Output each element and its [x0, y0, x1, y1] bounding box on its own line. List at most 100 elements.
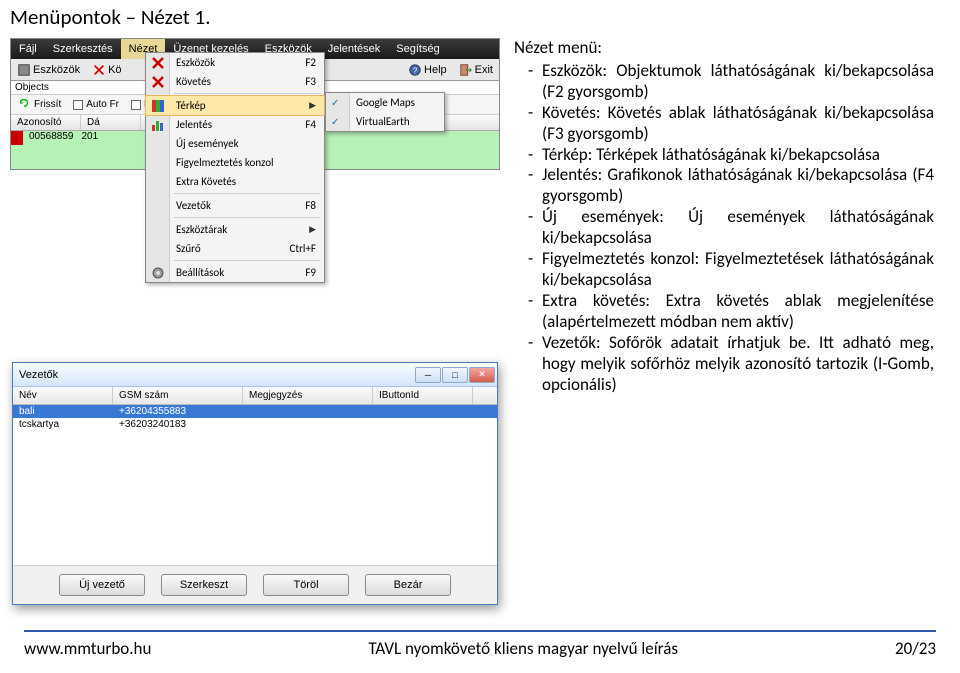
menu-item-tools[interactable]: Eszközök F2 — [146, 53, 324, 72]
toolbar-help[interactable]: ? Help — [402, 63, 453, 77]
desc-item: Új események: Új események láthatóságána… — [528, 207, 934, 249]
toolbar-help-label: Help — [424, 64, 447, 76]
submenu-googlemaps[interactable]: ✓ Google Maps — [326, 93, 444, 112]
menu-item-szuro[interactable]: Szűrő Ctrl+F — [146, 239, 324, 258]
col-megjegyzes[interactable]: Megjegyzés — [243, 387, 373, 404]
view-menu-dropdown: EszközökF2 KövetésF3 Térkép▶ JelentésF4 … — [145, 52, 325, 283]
menu-item-beallitasok[interactable]: Beállítások F9 — [146, 263, 324, 282]
col-ibutton[interactable]: IButtonId — [373, 387, 473, 404]
cell-gsm: +36203240183 — [113, 418, 243, 431]
menu-shortcut: Ctrl+F — [290, 242, 316, 255]
desc-item: Követés: Követés ablak láthatóságának ki… — [528, 103, 934, 145]
chevron-right-icon: ▶ — [309, 100, 316, 111]
menu-item-figyelmeztetes[interactable]: Figyelmeztetés konzol — [146, 153, 324, 172]
page-title: Menüpontok – Nézet 1. — [0, 0, 960, 38]
chart-icon — [150, 117, 166, 133]
menu-shortcut: F9 — [305, 266, 316, 279]
menu-item-kovetes[interactable]: KövetésF3 — [146, 72, 324, 91]
footer-title: TAVL nyomkövető kliens magyar nyelvű leí… — [368, 638, 678, 659]
chevron-right-icon: ▶ — [309, 224, 316, 235]
table-row[interactable]: tcskartya +36203240183 — [13, 418, 497, 431]
desc-item: Térkép: Térképek láthatóságának ki/bekap… — [528, 145, 934, 166]
menu-shortcut: F8 — [305, 199, 316, 212]
new-driver-button[interactable]: Új vezető — [59, 574, 145, 596]
close-button[interactable]: ✕ — [469, 367, 495, 383]
footer-page: 20/23 — [895, 638, 936, 659]
dialog-title: Vezetők — [19, 369, 58, 381]
menu-item-ujesemenyek[interactable]: Új események — [146, 134, 324, 153]
menu-item-eszkoztarak[interactable]: Eszköztárak ▶ — [146, 220, 324, 239]
menu-item-label: Vezetők — [176, 199, 211, 212]
menu-help[interactable]: Segítség — [388, 39, 447, 59]
toolbar-ko[interactable]: Kö — [86, 63, 127, 77]
maximize-button[interactable]: □ — [442, 367, 468, 383]
menu-item-label: Szűrő — [176, 242, 201, 255]
cell-nev: tcskartya — [13, 418, 113, 431]
edit-button[interactable]: Szerkeszt — [161, 574, 247, 596]
drivers-dialog: Vezetők ─ □ ✕ Név GSM szám Megjegyzés IB… — [12, 362, 498, 605]
menu-item-label: Figyelmeztetés konzol — [176, 156, 274, 169]
col-nev[interactable]: Név — [13, 387, 113, 404]
help-icon: ? — [408, 63, 422, 77]
menu-item-label: Térkép — [176, 99, 206, 112]
cell-da: 201 — [78, 131, 103, 145]
minimize-button[interactable]: ─ — [415, 367, 441, 383]
toolbar-ko-label: Kö — [108, 64, 121, 76]
menu-item-jelentes[interactable]: JelentésF4 — [146, 115, 324, 134]
menu-item-label: Eszköztárak — [176, 223, 227, 236]
menu-item-label: Beállítások — [176, 266, 224, 279]
toolbar-exit[interactable]: Exit — [453, 63, 499, 77]
checkbox-icon — [131, 100, 141, 110]
dialog-grid-header: Név GSM szám Megjegyzés IButtonId — [13, 387, 497, 405]
footer: www.mmturbo.hu TAVL nyomkövető kliens ma… — [0, 630, 960, 659]
submenu-label: VirtualEarth — [356, 115, 410, 128]
map-icon — [150, 98, 166, 114]
menu-shortcut: F2 — [305, 56, 316, 69]
subbar-autofr[interactable]: Auto Fr — [67, 99, 125, 110]
desc-item: Extra követés: Extra követés ablak megje… — [528, 291, 934, 333]
gear-icon — [150, 265, 166, 281]
checkbox-icon — [73, 100, 83, 110]
close-dialog-button[interactable]: Bezár — [365, 574, 451, 596]
col-id[interactable]: Azonosító — [11, 115, 81, 130]
menu-item-label: Új események — [176, 137, 239, 150]
x-red-icon — [150, 55, 166, 71]
menu-reports[interactable]: Jelentések — [320, 39, 389, 59]
delete-button[interactable]: Töröl — [263, 574, 349, 596]
subbar-refresh-label: Frissít — [34, 99, 61, 110]
footer-url: www.mmturbo.hu — [24, 638, 151, 659]
menu-item-vezetok[interactable]: Vezetők F8 — [146, 196, 324, 215]
svg-text:?: ? — [413, 66, 418, 75]
status-swatch — [11, 131, 23, 145]
col-gsm[interactable]: GSM szám — [113, 387, 243, 404]
menu-item-terkep[interactable]: Térkép ▶ — [145, 95, 325, 116]
menu-shortcut: F3 — [305, 75, 316, 88]
desc-heading: Nézet menü: — [514, 38, 934, 61]
cell-gsm: +36204355883 — [113, 405, 243, 418]
tools-icon — [17, 63, 31, 77]
description-block: Nézet menü: Eszközök: Objektumok látható… — [514, 38, 934, 395]
menu-item-extrakovetes[interactable]: Extra Követés — [146, 172, 324, 191]
menu-item-label: Extra Követés — [176, 175, 236, 188]
menu-item-label: Eszközök — [176, 56, 215, 69]
dialog-buttons: Új vezető Szerkeszt Töröl Bezár — [13, 565, 497, 604]
check-icon: ✓ — [331, 96, 339, 109]
submenu-virtualearth[interactable]: ✓VirtualEarth — [326, 112, 444, 131]
cell-nev: bali — [13, 405, 113, 418]
submenu-label: Google Maps — [356, 96, 415, 109]
dialog-titlebar: Vezetők ─ □ ✕ — [13, 363, 497, 387]
x-icon — [92, 63, 106, 77]
map-submenu: ✓ Google Maps ✓VirtualEarth — [325, 92, 445, 132]
table-row[interactable]: bali +36204355883 — [13, 405, 497, 418]
menu-item-label: Jelentés — [176, 118, 212, 131]
x-red-icon — [150, 74, 166, 90]
toolbar-tools[interactable]: Eszközök — [11, 63, 86, 77]
menu-edit[interactable]: Szerkesztés — [45, 39, 121, 59]
desc-item: Eszközök: Objektumok láthatóságának ki/b… — [528, 61, 934, 103]
toolbar-exit-label: Exit — [475, 64, 493, 76]
subbar-refresh[interactable]: Frissít — [11, 96, 67, 113]
exit-icon — [459, 63, 473, 77]
col-da[interactable]: Dá — [81, 115, 141, 130]
menu-file[interactable]: Fájl — [11, 39, 45, 59]
refresh-icon — [17, 96, 31, 113]
